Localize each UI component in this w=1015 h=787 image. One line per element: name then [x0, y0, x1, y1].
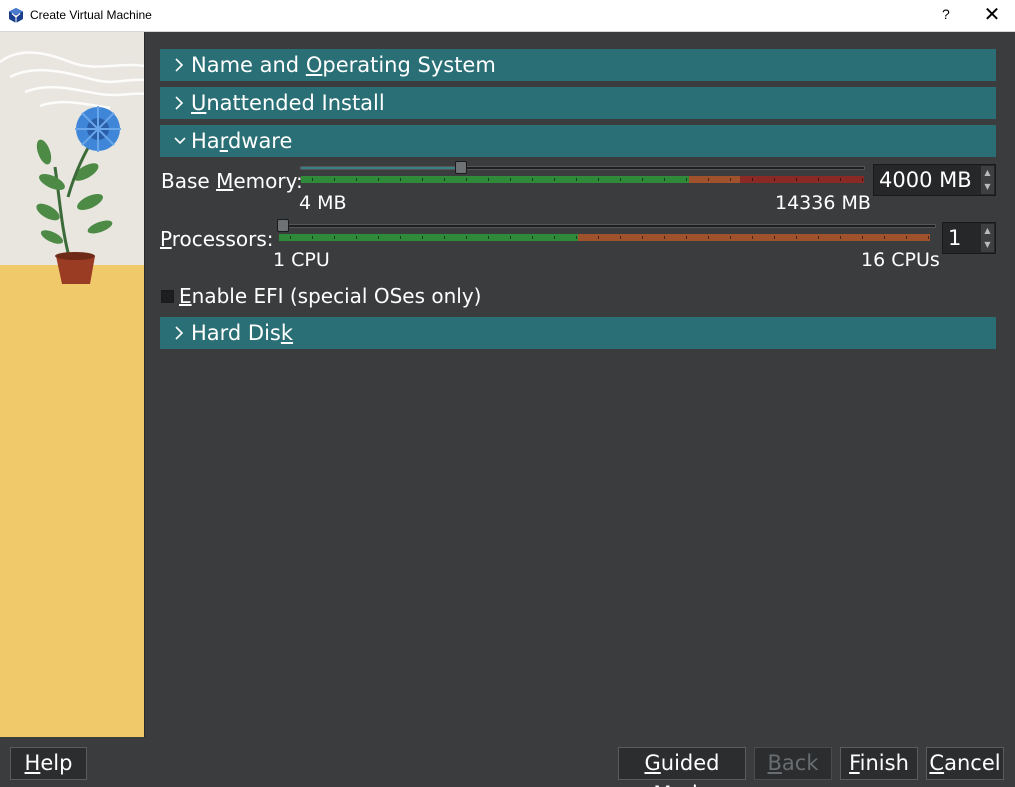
processors-spinbox[interactable]: 1 ▲ ▼ — [942, 222, 996, 254]
back-button[interactable]: Back — [754, 747, 832, 780]
finish-button[interactable]: Finish — [840, 747, 918, 780]
section-label: Name and Operating System — [191, 53, 496, 77]
section-unattended-install[interactable]: Unattended Install — [160, 87, 996, 119]
section-name-and-os[interactable]: Name and Operating System — [160, 49, 996, 81]
base-memory-value: 4000 MB — [879, 168, 972, 192]
chevron-right-icon — [175, 58, 184, 72]
range-ticks — [301, 176, 864, 183]
processors-min-label: 1 CPU — [273, 249, 330, 271]
spin-up-icon[interactable]: ▲ — [981, 166, 994, 180]
spin-up-icon[interactable]: ▲ — [981, 224, 994, 238]
section-label: Hard Disk — [191, 321, 294, 345]
range-ticks — [279, 234, 930, 241]
plant-illustration — [0, 32, 144, 737]
base-memory-spinbox[interactable]: 4000 MB ▲ ▼ — [873, 164, 996, 196]
section-label: Hardware — [191, 129, 293, 153]
spin-down-icon[interactable]: ▼ — [981, 238, 994, 252]
guided-mode-button[interactable]: Guided Mode — [618, 747, 746, 787]
base-memory-range-bar — [301, 176, 864, 183]
main-panel: Name and Operating System Unattended Ins… — [145, 32, 1013, 737]
wizard-illustration — [0, 32, 145, 737]
help-question-icon[interactable]: ? — [942, 6, 950, 22]
section-hard-disk[interactable]: Hard Disk — [160, 317, 996, 349]
button-bar: Help Guided Mode Back Finish Cancel — [0, 737, 1015, 787]
enable-efi-checkbox[interactable] — [161, 290, 174, 303]
base-memory-slider-handle[interactable] — [455, 161, 467, 174]
base-memory-slider[interactable] — [300, 166, 865, 170]
processors-max-label: 16 CPUs — [861, 249, 940, 271]
base-memory-slider-fill — [301, 167, 459, 169]
close-icon[interactable]: ✕ — [982, 4, 1002, 26]
spin-down-icon[interactable]: ▼ — [981, 180, 994, 194]
section-label: Unattended Install — [191, 91, 385, 115]
window-title: Create Virtual Machine — [30, 8, 152, 22]
processors-value: 1 — [948, 226, 962, 250]
cancel-button[interactable]: Cancel — [926, 747, 1004, 780]
base-memory-label: Base Memory: — [161, 169, 303, 193]
processors-range-bar — [279, 234, 930, 241]
enable-efi-label[interactable]: Enable EFI (special OSes only) — [179, 284, 481, 308]
processors-slider-handle[interactable] — [277, 219, 289, 232]
title-bar: Create Virtual Machine ? ✕ — [0, 0, 1015, 32]
section-hardware[interactable]: Hardware — [160, 125, 996, 157]
chevron-right-icon — [175, 326, 184, 340]
virtualbox-icon — [9, 8, 23, 23]
processors-slider[interactable] — [277, 224, 936, 228]
help-button[interactable]: Help — [10, 747, 87, 780]
spin-arrows[interactable]: ▲ ▼ — [981, 166, 994, 194]
chevron-down-icon — [174, 137, 186, 145]
processors-label: Processors: — [160, 227, 274, 251]
chevron-right-icon — [175, 96, 184, 110]
base-memory-max-label: 14336 MB — [775, 192, 871, 214]
base-memory-min-label: 4 MB — [299, 192, 347, 214]
spin-arrows[interactable]: ▲ ▼ — [981, 224, 994, 252]
